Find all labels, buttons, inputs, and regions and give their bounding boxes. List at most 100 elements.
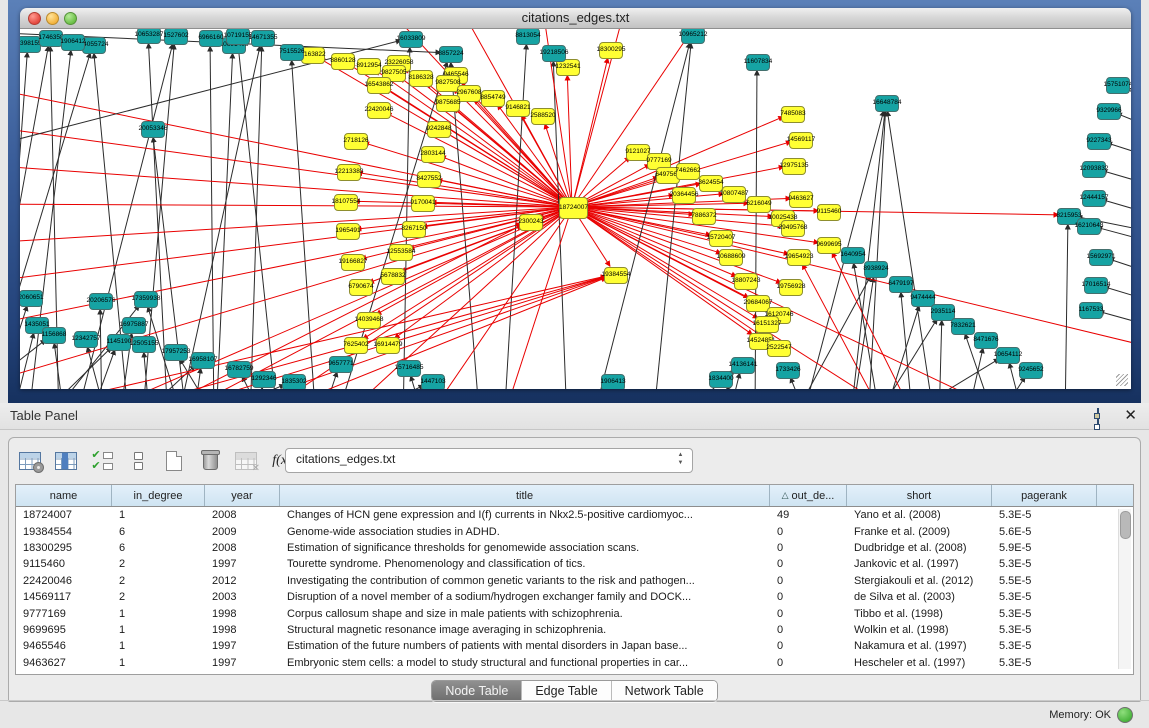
table-settings-button[interactable] bbox=[17, 448, 43, 474]
graph-node[interactable]: 10807487 bbox=[722, 186, 746, 203]
graph-node[interactable]: 1167533 bbox=[1079, 302, 1103, 319]
cell-short[interactable]: Hescheler et al. (1997) bbox=[847, 657, 992, 669]
cell-year[interactable]: 1997 bbox=[205, 558, 280, 570]
cell-in_degree[interactable]: 6 bbox=[112, 526, 205, 538]
cell-short[interactable]: Dudbridge et al. (2008) bbox=[847, 542, 992, 554]
graph-node[interactable]: 16033809 bbox=[399, 31, 423, 48]
cell-title[interactable]: Disruption of a novel member of a sodium… bbox=[280, 591, 770, 603]
cell-out_de[interactable]: 0 bbox=[770, 575, 847, 587]
table-row[interactable]: 911546021997Tourette syndrome. Phenomeno… bbox=[16, 556, 1133, 572]
canvas-resize-grip[interactable] bbox=[1116, 374, 1128, 386]
table-row[interactable]: 969969511998Structural magnetic resonanc… bbox=[16, 622, 1133, 638]
close-panel-icon[interactable]: ✕ bbox=[1124, 406, 1137, 424]
cell-in_degree[interactable]: 2 bbox=[112, 591, 205, 603]
graph-node[interactable]: 16151327 bbox=[755, 316, 779, 333]
cell-pagerank[interactable]: 5.3E-5 bbox=[992, 509, 1097, 521]
graph-node[interactable]: 6216049 bbox=[747, 196, 771, 213]
graph-node[interactable]: 1906413 bbox=[601, 374, 625, 390]
cell-year[interactable]: 1998 bbox=[205, 624, 280, 636]
graph-node[interactable]: 11607834 bbox=[746, 54, 770, 71]
table-row[interactable]: 2242004622012Investigating the contribut… bbox=[16, 573, 1133, 589]
cell-name[interactable]: 9115460 bbox=[16, 558, 112, 570]
graph-node[interactable]: 12342757 bbox=[74, 331, 98, 348]
graph-node[interactable]: 8854749 bbox=[481, 90, 505, 107]
column-header-title[interactable]: title bbox=[280, 485, 770, 506]
cell-in_degree[interactable]: 2 bbox=[112, 558, 205, 570]
table-select-dropdown[interactable]: citations_edges.txt ▲▼ bbox=[285, 448, 693, 473]
graph-node[interactable]: 9699695 bbox=[817, 237, 841, 254]
cell-name[interactable]: 18724007 bbox=[16, 509, 112, 521]
delete-column-button[interactable] bbox=[197, 448, 223, 474]
graph-node[interactable]: 1640954 bbox=[841, 247, 865, 264]
table-row[interactable]: 1872400712008Changes of HCN gene express… bbox=[16, 507, 1133, 523]
graph-node[interactable]: 2588520 bbox=[531, 108, 555, 125]
cell-title[interactable]: Tourette syndrome. Phenomenology and cla… bbox=[280, 558, 770, 570]
table-row[interactable]: 946362711997Embryonic stem cells: a mode… bbox=[16, 655, 1133, 671]
network-canvas[interactable]: 1872400723002437163822886012889129542322… bbox=[20, 29, 1131, 389]
graph-node[interactable]: 16914479 bbox=[376, 337, 400, 354]
cell-short[interactable]: Yano et al. (2008) bbox=[847, 509, 992, 521]
graph-node[interactable]: 1292346 bbox=[252, 371, 276, 388]
graph-node[interactable]: 20206576 bbox=[89, 293, 113, 310]
graph-node[interactable]: 16782759 bbox=[227, 361, 251, 378]
cell-in_degree[interactable]: 6 bbox=[112, 542, 205, 554]
graph-node[interactable]: 1906412 bbox=[61, 34, 85, 51]
cell-title[interactable]: Genome-wide association studies in ADHD. bbox=[280, 526, 770, 538]
graph-node[interactable]: 8860128 bbox=[331, 53, 355, 70]
graph-node[interactable]: 19654923 bbox=[787, 249, 811, 266]
graph-node[interactable]: 9474444 bbox=[911, 290, 935, 307]
graph-node[interactable]: 16975887 bbox=[122, 317, 146, 334]
cell-name[interactable]: 22420046 bbox=[16, 575, 112, 587]
cell-name[interactable]: 14569117 bbox=[16, 591, 112, 603]
graph-node[interactable]: 14039468 bbox=[357, 312, 381, 329]
cell-out_de[interactable]: 49 bbox=[770, 509, 847, 521]
graph-node[interactable]: 20053346 bbox=[141, 121, 165, 138]
cell-title[interactable]: Estimation of the future numbers of pati… bbox=[280, 640, 770, 652]
cell-year[interactable]: 1997 bbox=[205, 640, 280, 652]
cell-out_de[interactable]: 0 bbox=[770, 526, 847, 538]
cell-name[interactable]: 9463627 bbox=[16, 657, 112, 669]
graph-node[interactable]: 12093832 bbox=[1082, 161, 1106, 178]
graph-node[interactable]: 14136141 bbox=[731, 357, 755, 374]
cell-pagerank[interactable]: 5.3E-5 bbox=[992, 558, 1097, 570]
table-vertical-scrollbar[interactable] bbox=[1118, 509, 1131, 669]
graph-node[interactable]: 10653287 bbox=[137, 29, 161, 44]
cell-pagerank[interactable]: 5.6E-5 bbox=[992, 526, 1097, 538]
select-columns-button[interactable]: ✔ ✔ bbox=[89, 448, 115, 474]
graph-node[interactable]: 8938924 bbox=[864, 261, 888, 278]
graph-node[interactable]: 6479197 bbox=[889, 276, 913, 293]
column-header-in_degree[interactable]: in_degree bbox=[112, 485, 205, 506]
cell-pagerank[interactable]: 5.9E-5 bbox=[992, 542, 1097, 554]
cell-short[interactable]: Wolkin et al. (1998) bbox=[847, 624, 992, 636]
graph-node[interactable]: 7886372 bbox=[692, 208, 716, 225]
graph-node[interactable]: 2803144 bbox=[421, 146, 445, 163]
graph-node[interactable]: 12975135 bbox=[782, 158, 806, 175]
table-row[interactable]: 1938455462009Genome-wide association stu… bbox=[16, 523, 1133, 539]
column-header-pagerank[interactable]: pagerank bbox=[992, 485, 1097, 506]
graph-node[interactable]: 3624554 bbox=[699, 175, 723, 192]
column-header-name[interactable]: name bbox=[16, 485, 112, 506]
tab-node-table[interactable]: Node Table bbox=[432, 681, 522, 701]
graph-node[interactable]: 20364456 bbox=[672, 187, 696, 204]
cell-title[interactable]: Corpus callosum shape and size in male p… bbox=[280, 608, 770, 620]
graph-node[interactable]: 8267150 bbox=[402, 221, 426, 238]
cell-pagerank[interactable]: 5.5E-5 bbox=[992, 575, 1097, 587]
cell-pagerank[interactable]: 5.3E-5 bbox=[992, 657, 1097, 669]
cell-year[interactable]: 2008 bbox=[205, 542, 280, 554]
network-window[interactable]: citations_edges.txt 18724007230024371638… bbox=[20, 8, 1131, 389]
graph-node[interactable]: 12553584 bbox=[389, 244, 413, 261]
graph-node[interactable]: 18724007 bbox=[559, 197, 588, 219]
graph-node[interactable]: 15751074 bbox=[1106, 77, 1130, 94]
graph-node[interactable]: 2522547 bbox=[767, 340, 791, 357]
cell-year[interactable]: 2008 bbox=[205, 509, 280, 521]
cell-in_degree[interactable]: 2 bbox=[112, 575, 205, 587]
graph-node[interactable]: 5678832 bbox=[381, 268, 405, 285]
graph-node[interactable]: 7625402 bbox=[344, 337, 368, 354]
graph-node[interactable]: 1733426 bbox=[776, 362, 800, 379]
graph-node[interactable]: 14671355 bbox=[251, 30, 275, 47]
graph-node[interactable]: 8471676 bbox=[974, 332, 998, 349]
cell-in_degree[interactable]: 1 bbox=[112, 624, 205, 636]
cell-short[interactable]: Tibbo et al. (1998) bbox=[847, 608, 992, 620]
cell-name[interactable]: 9777169 bbox=[16, 608, 112, 620]
graph-node[interactable]: 1965491 bbox=[336, 223, 360, 240]
